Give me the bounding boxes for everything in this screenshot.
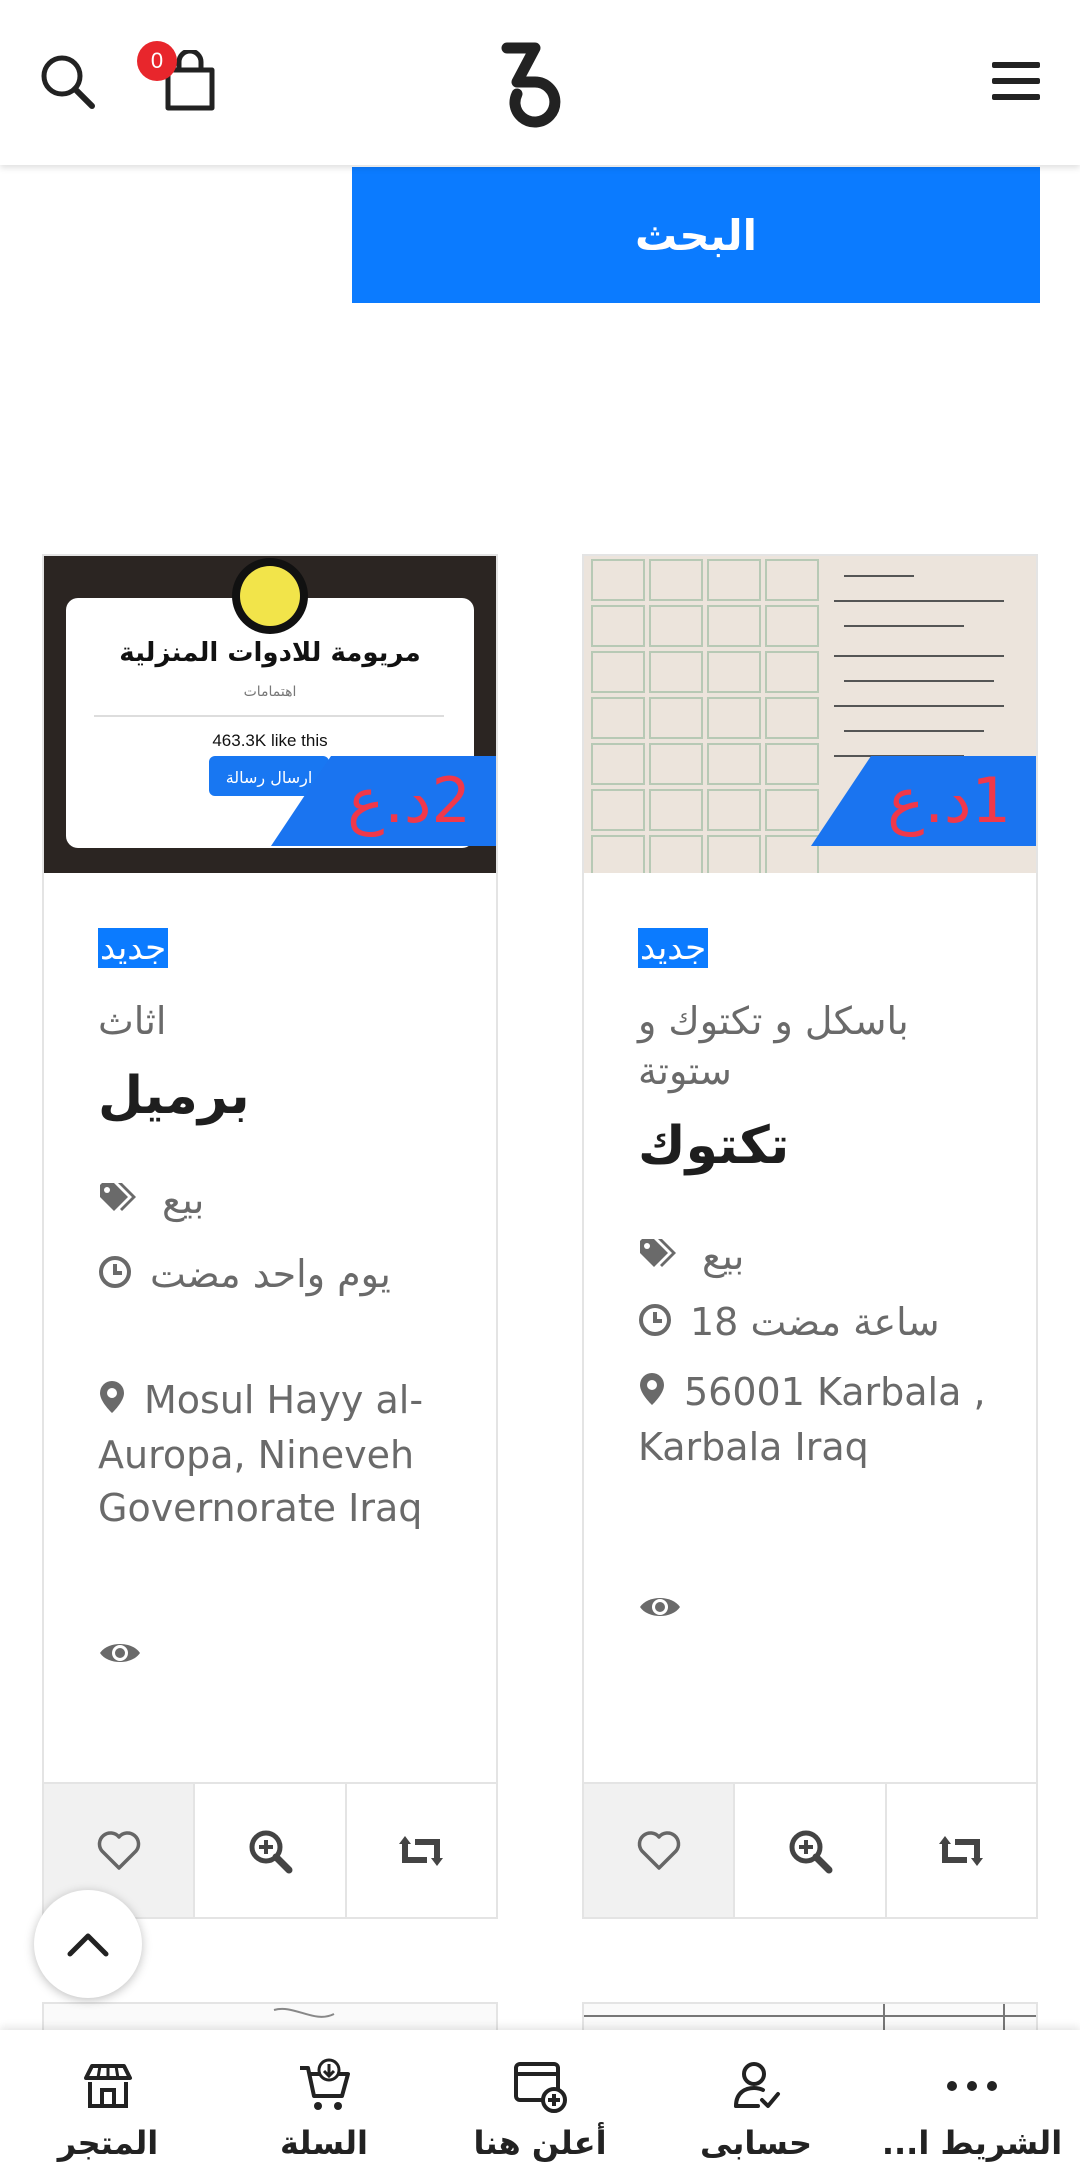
map-marker-icon	[638, 1368, 666, 1421]
top-header: 0	[0, 0, 1080, 165]
product-type-row: بيع	[98, 1174, 458, 1229]
quick-view-button[interactable]	[735, 1784, 887, 1917]
bottom-navigation: المتجر السلة أعلن هنا حسابى الشريط ا...	[0, 2030, 1080, 2181]
store-icon	[84, 2064, 132, 2108]
nav-more[interactable]: الشريط ا...	[864, 2030, 1080, 2181]
logo[interactable]	[495, 42, 565, 128]
product-location: 56001 Karbala , Karbala Iraq	[638, 1370, 986, 1469]
nav-store[interactable]: المتجر	[0, 2030, 216, 2181]
quick-view-button[interactable]	[195, 1784, 347, 1917]
product-category[interactable]: اثاث	[98, 996, 458, 1046]
nav-label: السلة	[279, 2124, 368, 2162]
zoom-in-icon	[249, 1830, 293, 1873]
tags-icon	[98, 1176, 144, 1229]
product-image[interactable]: مريومة للادوات المنزلية اهتمامات 463.3K …	[44, 556, 496, 873]
cart-icon	[300, 2058, 350, 2110]
product-type: بيع	[162, 1178, 205, 1222]
eye-icon[interactable]	[98, 1638, 142, 1668]
product-title[interactable]: برميل	[98, 1066, 250, 1126]
hamburger-menu-icon[interactable]	[990, 58, 1042, 104]
tags-icon	[638, 1232, 684, 1285]
nav-label: الشريط ا...	[881, 2124, 1063, 2162]
compare-button[interactable]	[347, 1784, 496, 1917]
new-badge: جديد	[98, 928, 169, 968]
product-card[interactable]: 1د.ع جديد باسكل و تكتوك و ستوتة تكتوك بي…	[582, 554, 1038, 1919]
product-time-row: يوم واحد مضت	[98, 1248, 458, 1303]
retweet-icon	[939, 1835, 984, 1866]
product-type: بيع	[702, 1234, 745, 1278]
nav-label: أعلن هنا	[473, 2124, 607, 2162]
image-message-button: ارسال رسالة	[226, 768, 313, 788]
product-image[interactable]: 1د.ع	[584, 556, 1036, 873]
price-label: 1د.ع	[887, 764, 1011, 837]
eye-icon[interactable]	[638, 1592, 682, 1622]
product-time: يوم واحد مضت	[150, 1252, 391, 1296]
zoom-in-icon	[789, 1830, 833, 1873]
favorite-button[interactable]	[584, 1784, 736, 1917]
card-actions	[584, 1782, 1036, 1917]
product-type-row: بيع	[638, 1230, 998, 1285]
product-location: Mosul Hayy al-Auropa, Nineveh Governorat…	[98, 1378, 424, 1530]
new-badge: جديد	[638, 928, 709, 968]
nav-label: حسابى	[699, 2124, 813, 2162]
heart-icon	[97, 1830, 140, 1870]
more-dots-icon	[947, 2081, 997, 2091]
nav-advertise[interactable]: أعلن هنا	[432, 2030, 648, 2181]
nav-account[interactable]: حسابى	[648, 2030, 864, 2181]
clock-icon	[638, 1298, 672, 1351]
nav-cart[interactable]: السلة	[216, 2030, 432, 2181]
price-label: 2د.ع	[347, 764, 471, 837]
search-icon[interactable]	[38, 52, 98, 112]
search-button[interactable]: البحث	[352, 167, 1040, 303]
map-marker-icon	[98, 1376, 126, 1429]
product-time-row: 18 ساعة مضت	[638, 1296, 998, 1351]
advertise-icon	[514, 2062, 567, 2113]
product-category[interactable]: باسكل و تكتوك و ستوتة	[638, 996, 998, 1096]
account-icon	[734, 2062, 780, 2108]
compare-button[interactable]	[887, 1784, 1036, 1917]
cart-count-badge: 0	[137, 41, 177, 81]
nav-label: المتجر	[57, 2124, 159, 2162]
product-location-row: 56001 Karbala , Karbala Iraq	[638, 1366, 998, 1474]
product-card[interactable]: مريومة للادوات المنزلية اهتمامات 463.3K …	[42, 554, 498, 1919]
product-location-row: Mosul Hayy al-Auropa, Nineveh Governorat…	[98, 1374, 458, 1535]
scroll-to-top-button[interactable]	[34, 1890, 142, 1998]
image-likes: 463.3K like this	[212, 731, 327, 750]
retweet-icon	[399, 1835, 444, 1866]
product-time: 18 ساعة مضت	[690, 1300, 940, 1344]
heart-icon	[637, 1830, 680, 1870]
image-subtitle: اهتمامات	[244, 684, 297, 700]
clock-icon	[98, 1250, 132, 1303]
chevron-up-icon	[67, 1933, 109, 1957]
product-title[interactable]: تكتوك	[638, 1116, 789, 1176]
image-store-name: مريومة للادوات المنزلية	[119, 638, 420, 668]
